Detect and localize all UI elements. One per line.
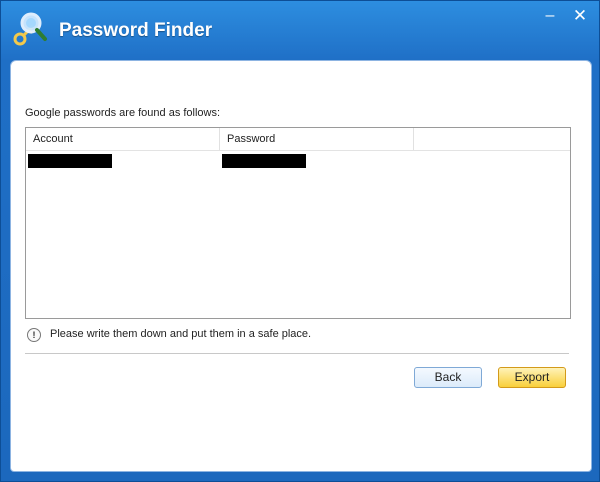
exclamation-icon: ! <box>27 328 41 342</box>
minimize-button[interactable]: – <box>541 7 559 25</box>
back-button[interactable]: Back <box>414 367 482 388</box>
content-panel: Google passwords are found as follows: A… <box>10 60 592 472</box>
password-table[interactable]: Account Password <box>25 127 571 319</box>
table-header: Account Password <box>26 128 570 151</box>
password-cell-redacted[interactable] <box>222 154 306 168</box>
notice-text: Please write them down and put them in a… <box>50 328 312 340</box>
window-title: Password Finder <box>59 20 213 41</box>
key-magnifier-icon <box>13 12 47 46</box>
column-header-account[interactable]: Account <box>26 128 220 150</box>
divider <box>25 353 569 354</box>
column-header-empty[interactable] <box>414 128 570 150</box>
password-finder-window: Password Finder – ✕ Google passwords are… <box>0 0 600 482</box>
account-cell-redacted[interactable] <box>28 154 112 168</box>
column-header-password[interactable]: Password <box>220 128 414 150</box>
close-button[interactable]: ✕ <box>571 7 589 25</box>
results-caption: Google passwords are found as follows: <box>25 107 221 119</box>
export-button[interactable]: Export <box>498 367 566 388</box>
title-bar[interactable]: Password Finder – ✕ <box>1 1 599 59</box>
